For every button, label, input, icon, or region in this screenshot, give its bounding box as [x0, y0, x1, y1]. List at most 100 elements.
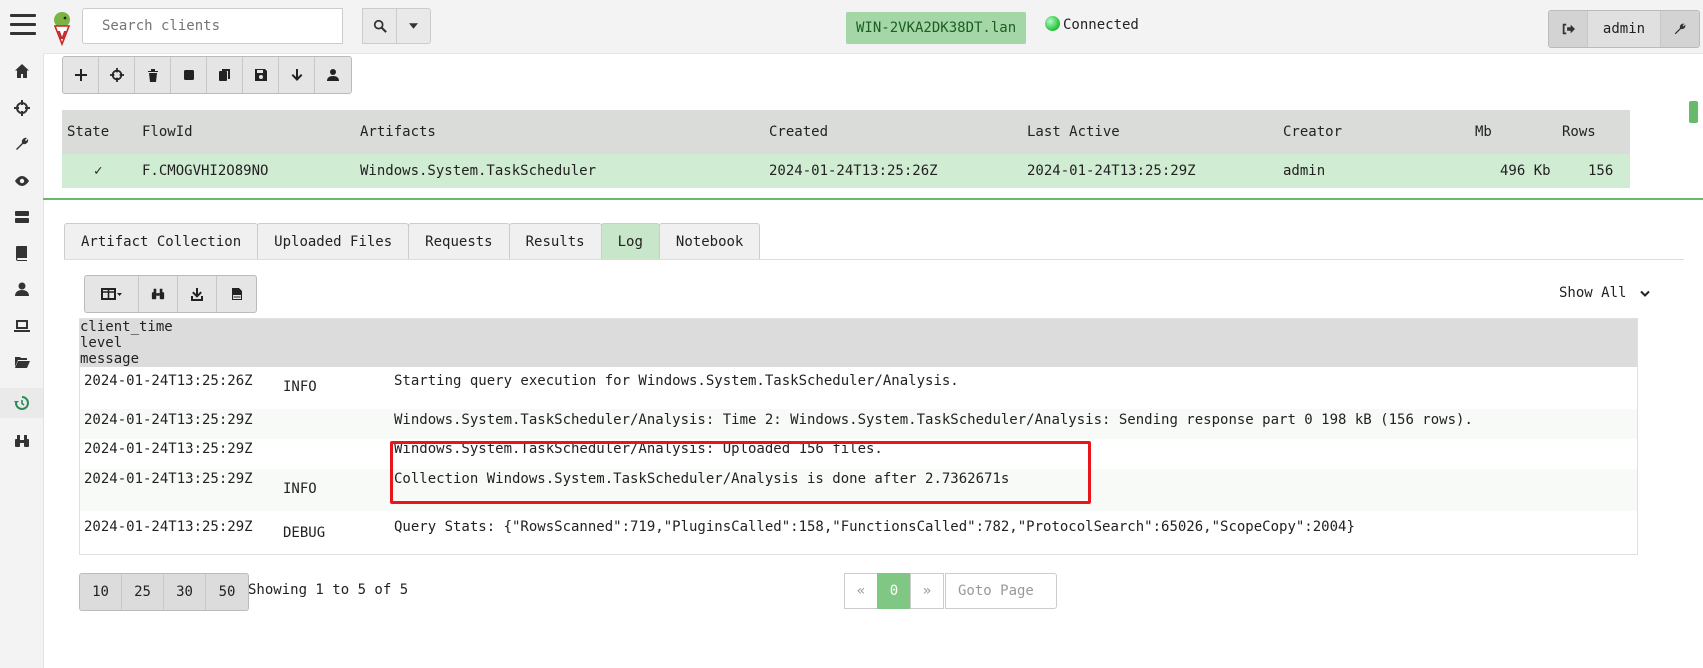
- column-header[interactable]: Mb: [1475, 110, 1492, 154]
- trash-icon: [147, 69, 158, 82]
- csv-file-icon: [231, 288, 242, 300]
- goto-page-input[interactable]: Goto Page: [945, 573, 1057, 609]
- laptop-icon[interactable]: [0, 311, 43, 341]
- caret-down-icon: [409, 23, 418, 29]
- filter-button[interactable]: [139, 276, 178, 312]
- pagination: « 0 » Goto Page: [844, 573, 1057, 609]
- folder-open-icon[interactable]: [0, 347, 43, 377]
- history-icon[interactable]: [0, 388, 43, 418]
- column-header[interactable]: level: [80, 335, 1637, 351]
- wrench-icon[interactable]: [0, 129, 43, 159]
- tab-uploaded-files[interactable]: Uploaded Files: [257, 223, 410, 260]
- search-icon: [373, 19, 387, 33]
- crosshair-icon[interactable]: [0, 93, 43, 123]
- download-csv-button[interactable]: [217, 276, 256, 312]
- page-size-option[interactable]: 25: [122, 574, 164, 610]
- table-row[interactable]: 2024-01-24T13:25:29Z Windows.System.Task…: [80, 409, 1637, 439]
- page-size-selector: 10 25 30 50: [79, 573, 249, 611]
- hunt-button[interactable]: [99, 57, 135, 93]
- user-icon[interactable]: [0, 274, 43, 304]
- column-header[interactable]: Last Active: [1027, 110, 1120, 154]
- sign-out-icon: [1562, 23, 1575, 35]
- book-icon[interactable]: [0, 238, 43, 268]
- user-menu: admin: [1548, 10, 1700, 48]
- delete-flow-button[interactable]: [135, 57, 171, 93]
- current-page-button[interactable]: 0: [877, 573, 911, 609]
- flows-table: State FlowId Artifacts Created Last Acti…: [62, 110, 1630, 188]
- user-settings-button[interactable]: [1661, 11, 1699, 47]
- column-header[interactable]: Artifacts: [360, 110, 436, 154]
- column-selector-button[interactable]: [85, 276, 139, 312]
- sidebar: [0, 0, 44, 668]
- binoculars-icon: [151, 288, 165, 300]
- column-header[interactable]: FlowId: [142, 110, 193, 154]
- download-json-button[interactable]: [178, 276, 217, 312]
- username-label[interactable]: admin: [1587, 11, 1661, 47]
- column-header[interactable]: Created: [769, 110, 828, 154]
- message-cell: Windows.System.TaskScheduler/Analysis: T…: [394, 412, 1473, 428]
- new-collection-button[interactable]: [63, 57, 99, 93]
- next-page-button[interactable]: »: [910, 573, 944, 609]
- client-time-cell: 2024-01-24T13:25:29Z: [84, 412, 253, 428]
- column-header[interactable]: Rows: [1562, 110, 1596, 154]
- table-row[interactable]: 2024-01-24T13:25:26Z INFO Starting query…: [80, 367, 1637, 409]
- binoculars-icon[interactable]: [0, 426, 43, 456]
- tab-log[interactable]: Log: [600, 223, 660, 260]
- search-button[interactable]: [362, 8, 397, 44]
- download-flow-button[interactable]: [279, 57, 315, 93]
- user-icon: [327, 69, 339, 81]
- flow-id-cell: F.CMOGVHI2O89NO: [142, 163, 269, 179]
- save-flow-button[interactable]: [243, 57, 279, 93]
- arrow-down-icon: [291, 69, 302, 81]
- column-header[interactable]: message: [80, 351, 1637, 367]
- eye-icon[interactable]: [0, 166, 43, 196]
- tab-notebook[interactable]: Notebook: [658, 223, 761, 260]
- client-time-cell: 2024-01-24T13:25:29Z: [84, 471, 253, 487]
- hamburger-menu-icon[interactable]: [10, 14, 36, 41]
- server-icon[interactable]: [0, 202, 43, 232]
- home-icon[interactable]: [0, 56, 43, 86]
- level-cell: DEBUG: [283, 525, 326, 541]
- pane-splitter[interactable]: [43, 198, 1703, 200]
- page-size-option[interactable]: 30: [164, 574, 206, 610]
- column-header[interactable]: Creator: [1283, 110, 1342, 154]
- show-all-dropdown[interactable]: Show All: [1559, 285, 1651, 301]
- stop-flow-button[interactable]: [171, 57, 207, 93]
- copy-flow-button[interactable]: [207, 57, 243, 93]
- tab-requests[interactable]: Requests: [408, 223, 510, 260]
- search-clients-input[interactable]: [82, 8, 343, 44]
- table-row[interactable]: ✓ F.CMOGVHI2O89NO Windows.System.TaskSch…: [62, 154, 1630, 188]
- creator-cell: admin: [1283, 163, 1326, 179]
- log-table-header: client_time level message: [80, 319, 1637, 367]
- prev-page-button[interactable]: «: [844, 573, 878, 609]
- tabs-underline: [64, 259, 1684, 260]
- table-row[interactable]: 2024-01-24T13:25:29Z DEBUG Query Stats: …: [80, 511, 1637, 554]
- artifacts-cell: Windows.System.TaskScheduler: [360, 163, 597, 179]
- client-hostname-badge[interactable]: WIN-2VKA2DK38DT.lan: [846, 12, 1027, 44]
- search-dropdown-button[interactable]: [396, 8, 431, 44]
- scrollbar-thumb[interactable]: [1689, 101, 1698, 123]
- download-icon: [191, 288, 203, 301]
- page-size-option[interactable]: 10: [80, 574, 122, 610]
- wrench-icon: [1674, 23, 1686, 35]
- svg-text:V: V: [58, 29, 67, 42]
- client-time-cell: 2024-01-24T13:25:26Z: [84, 373, 253, 389]
- page-size-option[interactable]: 50: [206, 574, 248, 610]
- tab-results[interactable]: Results: [508, 223, 602, 260]
- column-header[interactable]: client_time: [80, 319, 1637, 335]
- floppy-disk-icon: [254, 69, 267, 81]
- mb-cell: 496 Kb: [1500, 163, 1551, 179]
- column-header[interactable]: State: [67, 110, 109, 154]
- log-toolbar: [84, 275, 257, 313]
- message-cell: Starting query execution for Windows.Sys…: [394, 373, 959, 389]
- tab-artifact-collection[interactable]: Artifact Collection: [64, 223, 259, 260]
- log-table: client_time level message 2024-01-24T13:…: [79, 318, 1638, 555]
- chevron-down-icon: [1640, 290, 1651, 297]
- logout-button[interactable]: [1549, 11, 1587, 47]
- created-cell: 2024-01-24T13:25:26Z: [769, 163, 938, 179]
- connection-status-icon: [1045, 16, 1060, 31]
- top-navbar: V WIN-2VKA2DK38DT.lan Connected admin: [43, 0, 1703, 54]
- flow-user-button[interactable]: [315, 57, 351, 93]
- connection-status-text: Connected: [1063, 17, 1139, 33]
- flows-table-header: State FlowId Artifacts Created Last Acti…: [62, 110, 1630, 154]
